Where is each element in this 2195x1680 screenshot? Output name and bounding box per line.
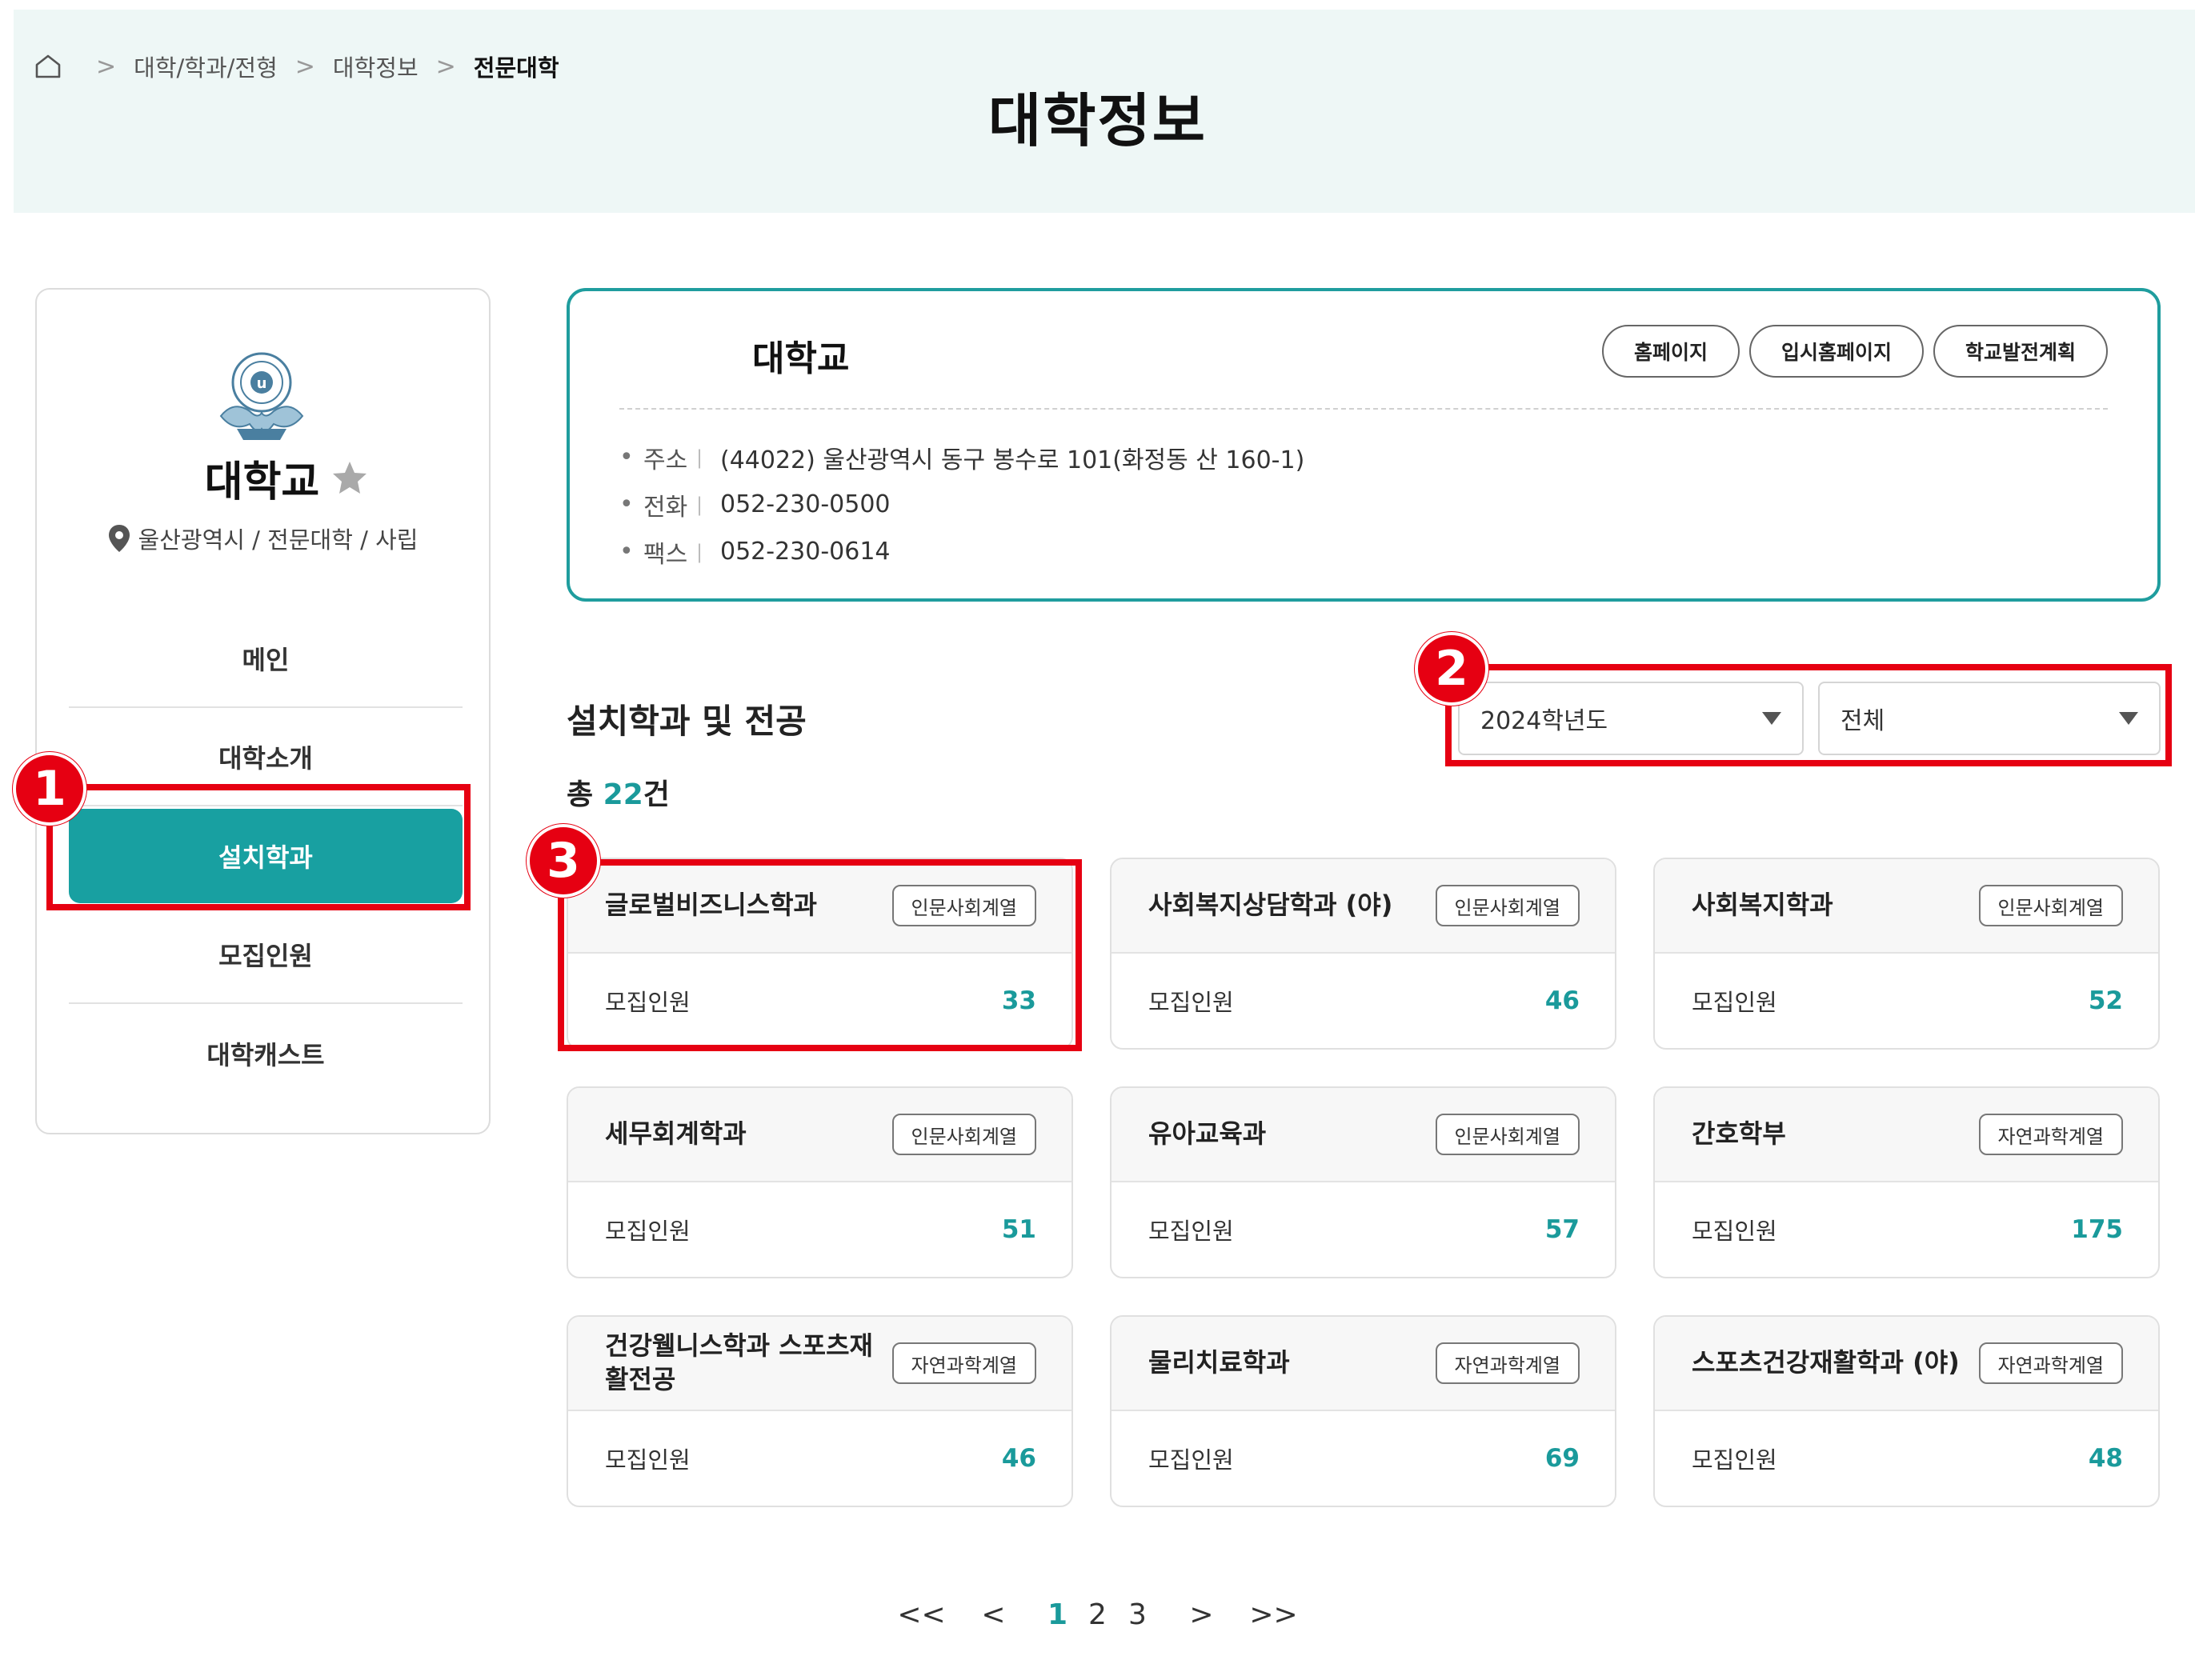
first-page-button[interactable]: << bbox=[894, 1598, 950, 1631]
category-tag: 인문사회계열 bbox=[891, 1114, 1036, 1155]
category-tag: 자연과학계열 bbox=[1978, 1342, 2123, 1384]
department-name: 세무회계학과 bbox=[605, 1118, 747, 1150]
recruit-count: 46 bbox=[1544, 986, 1580, 1015]
pagination: << < 1 2 3 > >> bbox=[0, 1598, 2195, 1631]
recruit-count: 175 bbox=[2071, 1215, 2123, 1244]
sidebar-item-cast[interactable]: 대학캐스트 bbox=[69, 1004, 463, 1102]
info-rows: • 주소 | (44022) 울산광역시 동구 봉수로 101(화정동 산 16… bbox=[619, 434, 1304, 575]
info-divider bbox=[619, 408, 2108, 410]
star-icon[interactable] bbox=[330, 459, 369, 498]
category-tag: 인문사회계열 bbox=[1435, 885, 1580, 926]
info-row-phone: • 전화 | 052-230-0500 bbox=[619, 481, 1304, 528]
department-card[interactable]: 건강웰니스학과 스포츠재활전공 자연과학계열 모집인원 46 bbox=[567, 1315, 1073, 1507]
department-name: 사회복지학과 bbox=[1692, 890, 1833, 921]
department-name: 물리치료학과 bbox=[1148, 1347, 1290, 1378]
recruit-count: 48 bbox=[2088, 1444, 2123, 1473]
departments-total: 총 22건 bbox=[567, 778, 670, 811]
department-card[interactable]: 세무회계학과 인문사회계열 모집인원 51 bbox=[567, 1086, 1073, 1278]
category-tag: 자연과학계열 bbox=[1435, 1342, 1580, 1384]
recruit-label: 모집인원 bbox=[1148, 1218, 1234, 1245]
recruit-label: 모집인원 bbox=[1692, 989, 1777, 1016]
svg-text:u: u bbox=[257, 375, 267, 392]
page-title: 대학정보 bbox=[988, 87, 1207, 154]
sidebar-item-recruitment[interactable]: 모집인원 bbox=[69, 906, 463, 1004]
recruit-label: 모집인원 bbox=[1692, 1218, 1777, 1245]
info-value: (44022) 울산광역시 동구 봉수로 101(화정동 산 160-1) bbox=[720, 446, 1305, 474]
department-name: 스포츠건강재활학과 (야) bbox=[1692, 1347, 1960, 1378]
info-value: 052-230-0614 bbox=[720, 538, 891, 566]
annotation-badge-1: 1 bbox=[13, 752, 86, 826]
prev-page-button[interactable]: < bbox=[966, 1598, 1022, 1631]
department-name: 유아교육과 bbox=[1148, 1118, 1267, 1150]
total-count: 22 bbox=[603, 778, 643, 811]
department-name: 간호학부 bbox=[1692, 1118, 1786, 1150]
info-label: 팩스 bbox=[643, 540, 688, 569]
department-name: 사회복지상담학과 (야) bbox=[1148, 890, 1393, 921]
sidebar-item-main[interactable]: 메인 bbox=[69, 610, 463, 708]
admission-homepage-button[interactable]: 입시홈페이지 bbox=[1748, 325, 1924, 378]
recruit-label: 모집인원 bbox=[1692, 1446, 1777, 1474]
location-text: 울산광역시 / 전문대학 / 사립 bbox=[138, 526, 419, 554]
info-label: 주소 bbox=[643, 446, 688, 474]
category-tag: 인문사회계열 bbox=[1978, 885, 2123, 926]
highlight-box-3 bbox=[558, 859, 1082, 1051]
university-info-box: 대학교 홈페이지 입시홈페이지 학교발전계획 • 주소 | (44022) 울산… bbox=[567, 288, 2161, 602]
category-tag: 자연과학계열 bbox=[891, 1342, 1036, 1384]
highlight-box-2 bbox=[1445, 664, 2172, 766]
recruit-label: 모집인원 bbox=[1148, 1446, 1234, 1474]
department-card[interactable]: 유아교육과 인문사회계열 모집인원 57 bbox=[1110, 1086, 1616, 1278]
category-tag: 인문사회계열 bbox=[1435, 1114, 1580, 1155]
university-sidebar: u 대학교 울산광역시 / 전문대학 / 사립 메인 대학소개 설치학과 모집인… bbox=[35, 288, 491, 1134]
recruit-count: 46 bbox=[1001, 1444, 1036, 1473]
recruit-count: 52 bbox=[2088, 986, 2123, 1015]
info-value: 052-230-0500 bbox=[720, 490, 891, 518]
info-label: 전화 bbox=[643, 493, 688, 522]
info-row-fax: • 팩스 | 052-230-0614 bbox=[619, 528, 1304, 575]
page-1-button[interactable]: 1 bbox=[1038, 1598, 1078, 1631]
page-2-button[interactable]: 2 bbox=[1078, 1598, 1118, 1631]
development-plan-button[interactable]: 학교발전계획 bbox=[1933, 325, 2108, 378]
last-page-button[interactable]: >> bbox=[1246, 1598, 1302, 1631]
university-name-row: 대학교 bbox=[37, 448, 489, 508]
annotation-badge-3: 3 bbox=[527, 824, 600, 898]
highlight-box-1 bbox=[46, 784, 471, 910]
department-name: 건강웰니스학과 스포츠재활전공 bbox=[605, 1330, 873, 1394]
info-row-address: • 주소 | (44022) 울산광역시 동구 봉수로 101(화정동 산 16… bbox=[619, 434, 1304, 481]
recruit-count: 51 bbox=[1001, 1215, 1036, 1244]
department-card[interactable]: 스포츠건강재활학과 (야) 자연과학계열 모집인원 48 bbox=[1653, 1315, 2160, 1507]
annotation-badge-2: 2 bbox=[1415, 632, 1488, 706]
info-buttons: 홈페이지 입시홈페이지 학교발전계획 bbox=[1601, 325, 2108, 378]
department-card[interactable]: 간호학부 자연과학계열 모집인원 175 bbox=[1653, 1086, 2160, 1278]
recruit-count: 57 bbox=[1544, 1215, 1580, 1244]
page-3-button[interactable]: 3 bbox=[1118, 1598, 1158, 1631]
recruit-label: 모집인원 bbox=[1148, 989, 1234, 1016]
recruit-count: 69 bbox=[1544, 1444, 1580, 1473]
departments-title: 설치학과 및 전공 bbox=[567, 702, 807, 741]
university-name: 대학교 bbox=[204, 458, 320, 506]
recruit-label: 모집인원 bbox=[605, 1218, 691, 1245]
department-card[interactable]: 사회복지상담학과 (야) 인문사회계열 모집인원 46 bbox=[1110, 858, 1616, 1050]
university-location: 울산광역시 / 전문대학 / 사립 bbox=[37, 522, 489, 555]
location-pin-icon bbox=[108, 525, 130, 552]
category-tag: 자연과학계열 bbox=[1978, 1114, 2123, 1155]
university-logo: u bbox=[219, 352, 304, 440]
recruit-label: 모집인원 bbox=[605, 1446, 691, 1474]
next-page-button[interactable]: > bbox=[1174, 1598, 1230, 1631]
department-card[interactable]: 사회복지학과 인문사회계열 모집인원 52 bbox=[1653, 858, 2160, 1050]
info-university-name: 대학교 bbox=[752, 338, 850, 379]
homepage-button[interactable]: 홈페이지 bbox=[1601, 325, 1740, 378]
department-card[interactable]: 물리치료학과 자연과학계열 모집인원 69 bbox=[1110, 1315, 1616, 1507]
